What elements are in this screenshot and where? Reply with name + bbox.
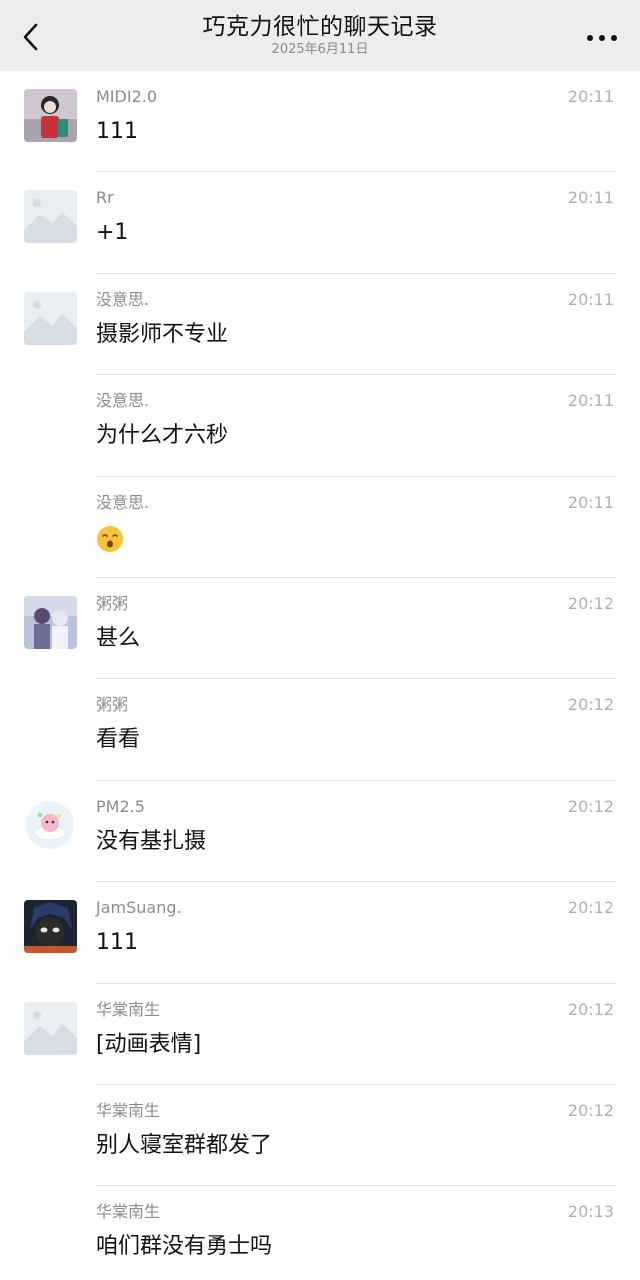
sender-name: 没意思.: [96, 391, 150, 411]
nav-header: 巧克力很忙的聊天记录 2025年6月11日: [0, 0, 640, 71]
list-item[interactable]: 华棠南生 20:12 [动画表情]: [0, 984, 640, 1085]
list-item[interactable]: MIDI2.0 20:11 111: [0, 71, 640, 173]
message-text: [动画表情]: [96, 1031, 202, 1057]
list-item[interactable]: 粥粥 20:12 甚么: [0, 578, 640, 680]
avatar[interactable]: [24, 89, 77, 142]
sleeping-face-emoji-icon: [97, 525, 123, 552]
list-item[interactable]: JamSuang. 20:12 111: [0, 882, 640, 984]
sender-name: JamSuang.: [96, 898, 182, 918]
message-text: +1: [96, 220, 129, 246]
message-time: 20:12: [567, 695, 614, 715]
chevron-left-icon: [23, 23, 38, 51]
placeholder-image-icon: [24, 291, 77, 345]
sender-name: 粥粥: [96, 695, 129, 715]
anime-girl-avatar-icon: [24, 89, 77, 142]
more-dots-icon: [587, 35, 617, 41]
back-button[interactable]: [18, 20, 46, 54]
avatar[interactable]: [24, 595, 77, 649]
list-item[interactable]: 没意思. 20:11 为什么才六秒: [0, 375, 640, 477]
sender-name: Rr: [96, 188, 114, 208]
sender-name: 粥粥: [96, 593, 129, 613]
anime-couple-avatar-icon: [24, 595, 77, 649]
list-item[interactable]: PM2.5 20:12 没有基扎摄: [0, 781, 640, 883]
list-item[interactable]: 没意思. 20:11: [0, 477, 640, 578]
avatar[interactable]: [24, 291, 77, 345]
message-text: 甚么: [96, 625, 141, 651]
list-item[interactable]: 华棠南生 20:13 咱们群没有勇士吗: [0, 1186, 640, 1280]
message-text: 看看: [96, 727, 141, 753]
avatar[interactable]: [24, 1001, 77, 1055]
list-item[interactable]: 没意思. 20:11 摄影师不专业: [0, 274, 640, 376]
kirby-cloud-avatar-icon: [24, 798, 77, 852]
message-time: 20:11: [567, 188, 614, 208]
sender-name: 没意思.: [96, 289, 150, 309]
message-text: 咱们群没有勇士吗: [96, 1234, 273, 1260]
list-item[interactable]: 粥粥 20:12 看看: [0, 679, 640, 781]
chat-history-list[interactable]: MIDI2.0 20:11 111 Rr 20:11 +1 没意思. 20:11: [0, 71, 640, 1280]
message-time: 20:11: [567, 289, 614, 309]
placeholder-image-icon: [24, 1001, 77, 1055]
message-text: 为什么才六秒: [96, 423, 229, 449]
page-title: 巧克力很忙的聊天记录: [202, 14, 438, 40]
message-text: 摄影师不专业: [96, 321, 229, 347]
more-button[interactable]: [584, 24, 620, 52]
message-text: 111: [96, 119, 138, 144]
avatar[interactable]: [24, 190, 77, 244]
sender-name: 华棠南生: [96, 1100, 161, 1120]
sender-name: MIDI2.0: [96, 87, 158, 106]
message-text: 111: [96, 930, 138, 956]
sender-name: 华棠南生: [96, 999, 161, 1019]
message-time: 20:12: [567, 1100, 614, 1120]
message-time: 20:12: [567, 593, 614, 613]
placeholder-image-icon: [24, 190, 77, 244]
message-text: 别人寝室群都发了: [96, 1132, 273, 1158]
anime-boy-avatar-icon: [24, 900, 77, 954]
list-item[interactable]: Rr 20:11 +1: [0, 172, 640, 274]
message-time: 20:11: [567, 492, 614, 512]
message-time: 20:11: [567, 87, 614, 106]
message-time: 20:12: [567, 999, 614, 1019]
message-time: 20:12: [567, 898, 614, 918]
title-block: 巧克力很忙的聊天记录 2025年6月11日: [100, 12, 540, 58]
message-time: 20:13: [567, 1202, 614, 1222]
message-time: 20:11: [567, 391, 614, 411]
sender-name: 没意思.: [96, 492, 150, 512]
message-text: 没有基扎摄: [96, 828, 207, 854]
avatar[interactable]: [24, 900, 77, 954]
sender-name: PM2.5: [96, 796, 145, 816]
sender-name: 华棠南生: [96, 1202, 161, 1222]
page-date: 2025年6月11日: [271, 42, 369, 57]
avatar[interactable]: [24, 798, 77, 852]
message-time: 20:12: [567, 796, 614, 816]
list-item[interactable]: 华棠南生 20:12 别人寝室群都发了: [0, 1085, 640, 1187]
